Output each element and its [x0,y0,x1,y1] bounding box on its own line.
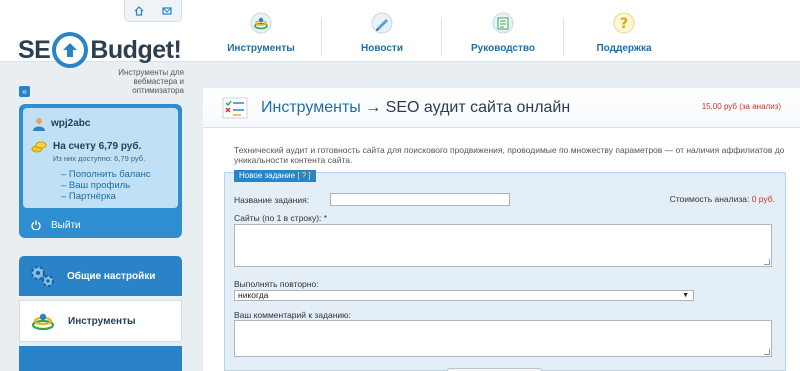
quick-links [124,0,182,22]
user-links: – Пополнить баланс – Ваш профиль – Партн… [61,169,151,202]
logo-prefix: SE [18,35,51,64]
user-card: wpj2abc На счету 6,79 руб. Из них доступ… [19,104,182,238]
page-header: Инструменты → SEO аудит сайта онлайн 15,… [203,88,800,128]
breadcrumb-page: SEO аудит сайта онлайн [385,99,571,116]
page-title: Инструменты → SEO аудит сайта онлайн [261,99,570,117]
repeat-select-value: никогда [238,290,269,300]
resize-handle[interactable] [764,349,770,355]
username: wpj2abc [51,118,91,129]
task-name-label: Название задания: [234,195,310,205]
repeat-label: Выполнять повторно: [234,279,319,289]
gears-icon [29,264,55,288]
sidebar-item-next[interactable] [19,346,182,371]
available-balance: Из них доступно: 6,79 руб. [53,154,146,163]
task-name-input[interactable] [330,193,510,206]
nav-item-manual[interactable]: Руководство [442,0,564,62]
manual-icon [491,11,515,35]
nav-item-support[interactable]: ? Поддержка [564,0,684,62]
sidebar-item-label: Инструменты [68,315,136,327]
main-panel: Инструменты → SEO аудит сайта онлайн 15,… [203,88,800,371]
nav-item-news[interactable]: Новости [322,0,442,62]
resize-handle[interactable] [764,259,770,265]
price-label: 15,00 руб (за анализ) [701,102,781,111]
mail-icon[interactable] [161,5,173,17]
nav-label: Новости [361,43,403,54]
help-link[interactable]: [ ? ] [297,171,310,180]
user-info: wpj2abc На счету 6,79 руб. Из них доступ… [23,108,178,208]
main-nav: Инструменты Новости Руководство ? Поддер… [200,0,684,62]
question-icon: ? [612,11,636,35]
sidebar-item-tools[interactable]: Инструменты [19,300,182,342]
logo-suffix: Budget! [90,35,182,64]
page-description: Технический аудит и готовность сайта для… [234,145,785,165]
comment-label: Ваш комментарий к заданию: [234,310,351,320]
link-partner[interactable]: – Партнёрка [61,191,151,202]
user-icon [33,117,45,136]
new-task-form: Новое задание [ ? ] Название задания: Ст… [224,170,786,371]
dropdown-arrow-icon: ▼ [682,292,689,299]
svg-text:?: ? [620,16,628,32]
sites-textarea[interactable] [234,224,772,267]
balance: На счету 6,79 руб. [53,141,142,152]
tools-icon [30,308,56,334]
home-icon[interactable] [133,5,145,17]
sidebar-item-label: Общие настройки [67,270,156,282]
comment-textarea[interactable] [234,320,772,357]
nav-label: Руководство [470,43,535,54]
breadcrumb-arrow: → [360,99,386,116]
form-tab-label: Новое задание [239,171,296,180]
collapse-sidebar-button[interactable]: « [19,86,30,97]
form-tab: Новое задание [ ? ] [234,170,316,182]
tagline: Инструменты для вебмастера и оптимизатор… [118,68,184,95]
logout-label: Выйти [51,219,81,231]
tools-icon [249,11,273,35]
breadcrumb-section[interactable]: Инструменты [261,99,361,116]
checklist-icon [222,97,248,124]
link-profile[interactable]: – Ваш профиль [61,180,151,191]
logo[interactable]: SE Budget! [18,28,182,72]
nav-label: Поддержка [596,43,652,54]
cost-value: 0 руб. [751,194,775,204]
power-icon [31,220,41,230]
sidebar-item-general-settings[interactable]: Общие настройки [19,256,182,296]
analysis-cost: Стоимость анализа: 0 руб. [670,194,775,204]
nav-item-tools[interactable]: Инструменты [200,0,322,62]
pencil-icon [370,11,394,35]
upload-arrow-icon [52,32,89,68]
cost-label: Стоимость анализа: [669,194,750,204]
logout-button[interactable]: Выйти [19,212,182,238]
repeat-select[interactable]: никогда ▼ [234,290,694,301]
link-top-up[interactable]: – Пополнить баланс [61,169,151,180]
coins-icon [31,140,47,159]
nav-label: Инструменты [227,43,295,54]
sites-label: Сайты (по 1 в строку): * [234,213,328,223]
